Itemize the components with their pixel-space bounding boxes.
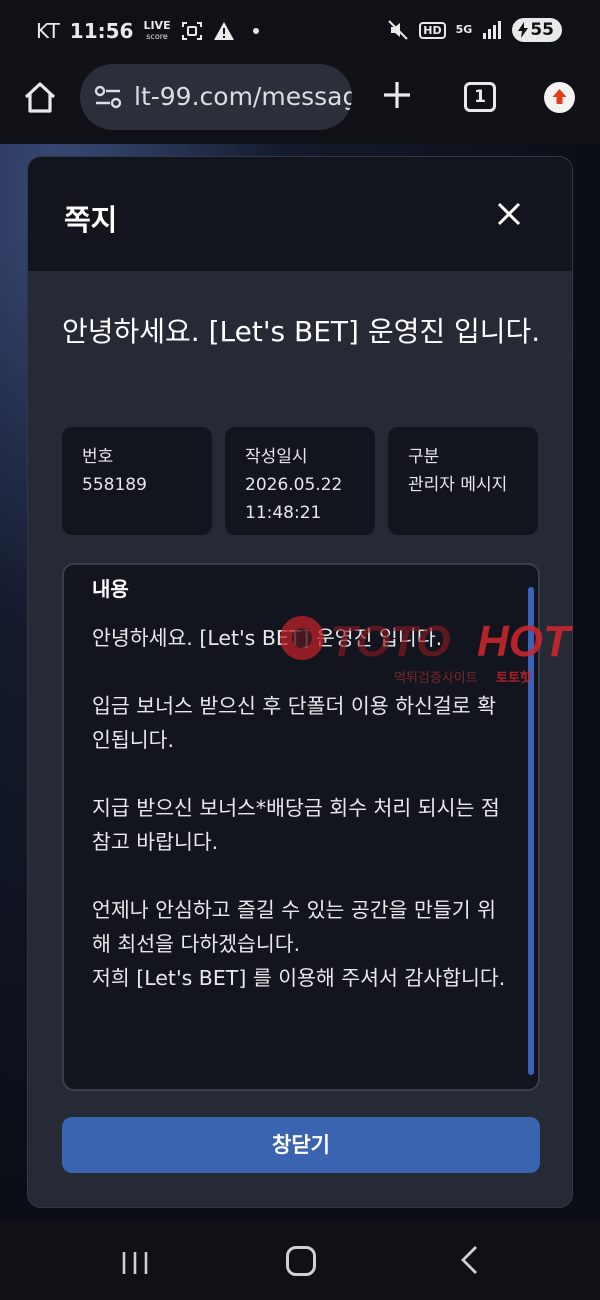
update-icon[interactable] [544, 82, 575, 113]
tab-switcher-button[interactable]: 1 [464, 82, 496, 112]
info-type-label: 구분 [408, 447, 440, 467]
recents-icon[interactable] [120, 1248, 150, 1278]
modal-title: 쪽지 [64, 203, 118, 237]
message-line: 지급 받으신 보너스*배당금 회수 처리 되시는 점 참고 바랍니다. [92, 796, 500, 854]
info-date-label: 작성일시 [245, 447, 308, 467]
info-type-value: 관리자 메시지 [408, 475, 508, 495]
message-body: 안녕하세요. [Let's BET] 운영진 입니다. 입금 보너스 받으신 후… [92, 621, 512, 995]
notification-dot-icon [252, 28, 259, 34]
site-settings-icon[interactable] [94, 84, 122, 110]
content-label: 내용 [92, 577, 129, 601]
info-date-value: 2026.05.22 11:48:21 [245, 475, 343, 523]
browser-toolbar: lt-99.com/messag 1 [0, 62, 600, 144]
warning-icon [213, 22, 234, 40]
info-type: 구분 관리자 메시지 [388, 427, 538, 535]
status-bar: KT 11:56 LIVE score HD 5G 55 [0, 0, 600, 62]
address-bar[interactable]: lt-99.com/messag [80, 64, 352, 130]
content-scrollbar[interactable] [528, 587, 534, 1075]
battery-indicator: 55 [512, 18, 562, 42]
info-number: 번호 558189 [62, 427, 212, 535]
nav-home-icon[interactable] [286, 1246, 316, 1276]
charging-icon [518, 22, 529, 38]
livescore-icon: LIVE score [143, 18, 171, 41]
hd-icon: HD [419, 21, 446, 39]
info-number-value: 558189 [82, 475, 147, 495]
close-window-button[interactable]: 창닫기 [62, 1117, 540, 1173]
clock: 11:56 [69, 19, 134, 43]
back-icon[interactable] [458, 1244, 482, 1276]
message-title: 안녕하세요. [Let's BET] 운영진 입니다. [62, 315, 541, 348]
message-line: 입금 보너스 받으신 후 단폴더 이용 하신걸로 확인됩니다. [92, 694, 496, 752]
home-icon[interactable] [22, 80, 58, 116]
message-line: 안녕하세요. [Let's BET] 운영진 입니다. [92, 626, 443, 650]
message-line: 저희 [Let's BET] 를 이용해 주셔서 감사합니다. [92, 966, 506, 990]
message-modal: 쪽지 안녕하세요. [Let's BET] 운영진 입니다. 번호 558189… [27, 156, 573, 1208]
modal-header: 쪽지 [28, 157, 572, 271]
close-icon[interactable] [495, 200, 523, 228]
message-line: 언제나 안심하고 즐길 수 있는 공간을 만들기 위해 최선을 다하겠습니다. [92, 898, 496, 956]
carrier-label: KT [36, 19, 60, 43]
signal-icon [483, 21, 502, 39]
system-navigation-bar [0, 1220, 600, 1300]
network-5g-icon: 5G [455, 23, 473, 36]
info-number-label: 번호 [82, 447, 114, 467]
mute-icon [388, 20, 409, 40]
new-tab-icon[interactable] [380, 78, 414, 112]
screenshot-icon [181, 22, 202, 40]
info-date: 작성일시 2026.05.22 11:48:21 [225, 427, 375, 535]
message-content-box[interactable]: 내용 안녕하세요. [Let's BET] 운영진 입니다. 입금 보너스 받으… [62, 563, 540, 1091]
url-text[interactable]: lt-99.com/messag [134, 82, 352, 111]
